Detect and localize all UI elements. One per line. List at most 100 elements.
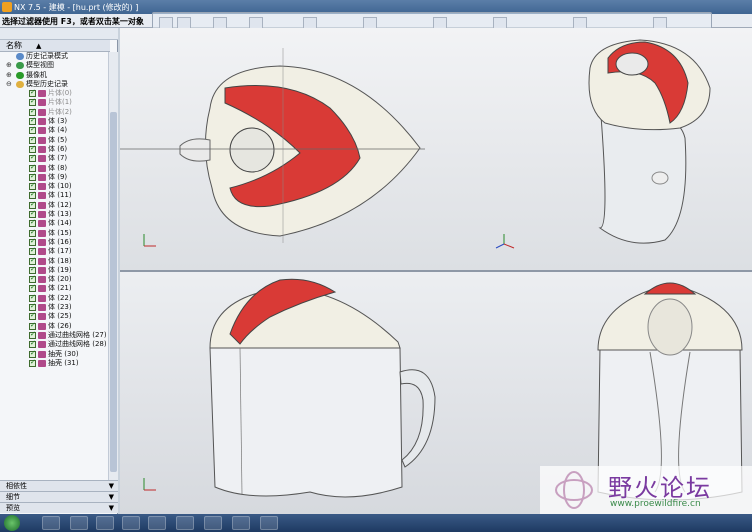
feature-icon — [38, 201, 46, 209]
graphics-window[interactable] — [120, 28, 752, 514]
expander-icon[interactable]: ⊖ — [6, 80, 12, 89]
feature-row[interactable]: 体 (26) — [0, 321, 110, 331]
feature-icon — [38, 304, 46, 312]
feature-icon — [38, 294, 46, 302]
viewport-top[interactable] — [120, 28, 752, 270]
taskbar-app-6[interactable] — [176, 516, 194, 530]
feature-row[interactable]: 体 (8) — [0, 163, 110, 173]
start-button[interactable] — [4, 515, 20, 531]
feature-row[interactable]: 体 (11) — [0, 190, 110, 200]
node-icon — [16, 80, 24, 88]
taskbar-app-5[interactable] — [148, 516, 166, 530]
feature-checkbox[interactable] — [29, 246, 36, 256]
kettle-top-view — [120, 48, 425, 243]
nav-top-item[interactable]: ⊕ 模型视图 — [0, 61, 110, 70]
feature-row[interactable]: 抽壳 (31) — [0, 358, 110, 368]
feature-checkbox[interactable] — [29, 228, 36, 237]
feature-label: 体 (12) — [48, 200, 72, 209]
feature-checkbox[interactable] — [29, 237, 36, 246]
nav-top-item[interactable]: ⊖ 模型历史记录 — [0, 80, 110, 89]
navigator-footer-panel[interactable]: 预览 ▼ — [0, 502, 118, 513]
taskbar-app-9[interactable] — [260, 516, 278, 530]
feature-checkbox[interactable] — [29, 163, 36, 172]
feature-row[interactable]: 体 (18) — [0, 256, 110, 266]
feature-checkbox[interactable] — [29, 339, 36, 349]
feature-row[interactable]: 体 (6) — [0, 144, 110, 154]
feature-label: 体 (15) — [48, 228, 72, 237]
feature-checkbox[interactable] — [29, 321, 36, 330]
feature-label: 体 (22) — [48, 293, 72, 302]
navigator-footer-panel[interactable]: 细节 ▼ — [0, 491, 118, 502]
sort-arrow-icon[interactable]: ▲ — [36, 40, 41, 52]
feature-checkbox[interactable] — [29, 181, 36, 190]
feature-row[interactable]: 体 (3) — [0, 116, 110, 126]
feature-checkbox[interactable] — [29, 311, 36, 321]
taskbar-app-2[interactable] — [70, 516, 88, 530]
nav-top-item[interactable]: 历史记录模式 — [0, 52, 110, 61]
feature-row[interactable]: 体 (21) — [0, 283, 110, 293]
taskbar-app-8[interactable] — [232, 516, 250, 530]
feature-checkbox[interactable] — [29, 144, 36, 153]
expander-icon[interactable]: ⊕ — [6, 61, 12, 70]
feature-row[interactable]: 体 (4) — [0, 125, 110, 135]
feature-row[interactable]: 抽壳 (30) — [0, 349, 110, 359]
feature-row[interactable]: 体 (23) — [0, 302, 110, 312]
feature-checkbox[interactable] — [29, 190, 36, 200]
feature-label: 体 (13) — [48, 210, 72, 219]
feature-icon — [38, 341, 46, 349]
chevron-down-icon[interactable]: ▼ — [109, 503, 114, 514]
windows-taskbar — [0, 514, 752, 532]
feature-row[interactable]: 体 (19) — [0, 265, 110, 275]
feature-row[interactable]: 体 (22) — [0, 293, 110, 303]
navigator-column-header[interactable]: 名称 ▲ — [0, 40, 110, 52]
feature-checkbox[interactable] — [29, 218, 36, 228]
feature-row[interactable]: 体 (25) — [0, 311, 110, 321]
taskbar-app-7[interactable] — [204, 516, 222, 530]
navigator-scrollbar[interactable] — [108, 52, 118, 488]
feature-checkbox[interactable] — [29, 293, 36, 302]
taskbar-app-3[interactable] — [96, 516, 114, 530]
feature-row[interactable]: 片体(2) — [0, 107, 110, 117]
feature-checkbox[interactable] — [29, 330, 36, 339]
feature-checkbox[interactable] — [29, 125, 36, 135]
feature-checkbox[interactable] — [29, 302, 36, 311]
window-title: NX 7.5 - 建模 - [hu.prt (修改的) ] — [14, 3, 139, 12]
feature-row[interactable]: 体 (16) — [0, 237, 110, 247]
navigator-tree[interactable]: 历史记录模式⊕模型视图⊕摄像机⊖模型历史记录片体(0)片体(1)片体(2)体 (… — [0, 52, 110, 488]
feature-checkbox[interactable] — [29, 135, 36, 144]
feature-row[interactable]: 体 (9) — [0, 172, 110, 182]
feature-row[interactable]: 通过曲线网格 (27) — [0, 330, 110, 340]
feature-row[interactable]: 体 (17) — [0, 246, 110, 256]
feature-checkbox[interactable] — [29, 256, 36, 265]
feature-row[interactable]: 体 (13) — [0, 209, 110, 219]
feature-row[interactable]: 片体(1) — [0, 97, 110, 107]
feature-checkbox[interactable] — [29, 265, 36, 274]
feature-checkbox[interactable] — [29, 283, 36, 293]
feature-checkbox[interactable] — [29, 209, 36, 218]
feature-checkbox[interactable] — [29, 274, 36, 283]
feature-checkbox[interactable] — [29, 153, 36, 163]
nav-top-item[interactable]: ⊕ 摄像机 — [0, 71, 110, 80]
feature-icon — [38, 229, 46, 237]
feature-checkbox[interactable] — [29, 200, 36, 209]
feature-checkbox[interactable] — [29, 97, 36, 107]
feature-row[interactable]: 体 (15) — [0, 228, 110, 238]
navigator-scroll-thumb[interactable] — [110, 112, 117, 472]
feature-checkbox[interactable] — [29, 107, 36, 116]
feature-checkbox[interactable] — [29, 349, 36, 358]
navigator-footer-panel[interactable]: 相依性 ▼ — [0, 480, 118, 491]
feature-checkbox[interactable] — [29, 116, 36, 125]
feature-checkbox[interactable] — [29, 358, 36, 367]
taskbar-app-1[interactable] — [42, 516, 60, 530]
feature-icon — [38, 136, 46, 144]
feature-row[interactable]: 体 (5) — [0, 135, 110, 145]
feature-row[interactable]: 体 (7) — [0, 153, 110, 163]
expander-icon[interactable]: ⊕ — [6, 71, 12, 80]
feature-row[interactable]: 体 (12) — [0, 200, 110, 210]
taskbar-app-4[interactable] — [122, 516, 140, 530]
feature-icon — [38, 285, 46, 293]
feature-checkbox[interactable] — [29, 88, 36, 97]
feature-row[interactable]: 通过曲线网格 (28) — [0, 339, 110, 349]
feature-checkbox[interactable] — [29, 172, 36, 181]
feature-row[interactable]: 体 (14) — [0, 218, 110, 228]
